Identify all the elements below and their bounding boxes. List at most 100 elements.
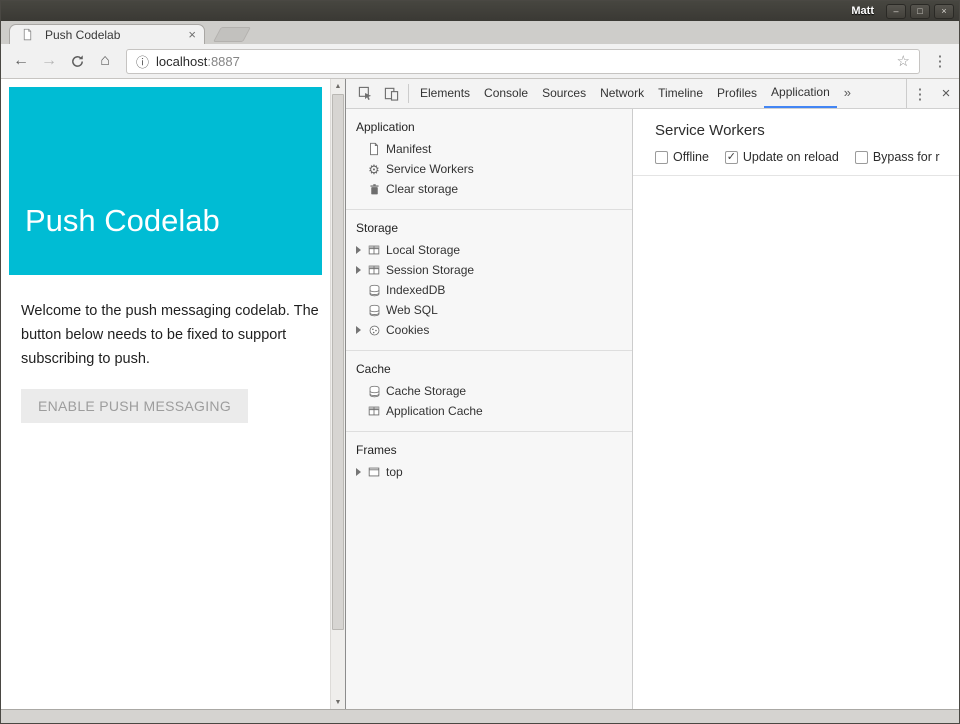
cookie-icon xyxy=(365,324,383,337)
expand-spacer xyxy=(352,165,365,173)
update-on-reload-checkbox[interactable]: ✓ Update on reload xyxy=(725,150,839,164)
page-body: Push Codelab Welcome to the push messagi… xyxy=(1,79,330,431)
vertical-scrollbar[interactable]: ▲ ▼ xyxy=(330,79,345,709)
tab-application[interactable]: Application xyxy=(764,79,837,108)
section-cache: Cache Cache Storage Application Cache xyxy=(346,351,632,432)
sidebar-item-label: IndexedDB xyxy=(386,283,445,297)
sidebar-item-cache-storage[interactable]: Cache Storage xyxy=(346,381,632,401)
minimize-button[interactable]: – xyxy=(886,4,906,19)
maximize-button[interactable]: □ xyxy=(910,4,930,19)
sidebar-item-label: top xyxy=(386,465,403,479)
page-title: Push Codelab xyxy=(25,203,220,239)
bypass-for-network-checkbox[interactable]: ✓ Bypass for r xyxy=(855,150,940,164)
sidebar-item-application-cache[interactable]: Application Cache xyxy=(346,401,632,421)
sidebar-item-label: Application Cache xyxy=(386,404,483,418)
sidebar-item-label: Cookies xyxy=(386,323,429,337)
checkbox-icon: ✓ xyxy=(655,151,668,164)
forward-icon[interactable]: → xyxy=(35,47,63,75)
sidebar-item-cookies[interactable]: Cookies xyxy=(346,320,632,340)
section-title: Cache xyxy=(346,358,632,381)
checkbox-label: Bypass for r xyxy=(873,150,940,164)
checkbox-icon: ✓ xyxy=(725,151,738,164)
sidebar-item-label: Cache Storage xyxy=(386,384,466,398)
expand-arrow-icon[interactable] xyxy=(352,266,365,274)
home-icon[interactable]: ⌂ xyxy=(91,47,119,75)
bookmark-star-icon[interactable]: ☆ xyxy=(897,52,910,70)
offline-checkbox[interactable]: ✓ Offline xyxy=(655,150,709,164)
titlebar: Matt – □ × xyxy=(1,1,959,21)
sidebar-item-session-storage[interactable]: Session Storage xyxy=(346,260,632,280)
scroll-up-icon[interactable]: ▲ xyxy=(331,79,345,93)
reload-icon[interactable] xyxy=(63,47,91,75)
section-application: Application Manifest ⚙ Service Workers xyxy=(346,109,632,210)
address-bar[interactable]: ⓘ localhost:8887 ☆ xyxy=(126,49,920,74)
expand-arrow-icon[interactable] xyxy=(352,326,365,334)
tab-network[interactable]: Network xyxy=(593,79,651,108)
expand-arrow-icon[interactable] xyxy=(352,468,365,476)
devtools-panel: Elements Console Sources Network Timelin… xyxy=(345,79,959,709)
close-window-button[interactable]: × xyxy=(934,4,954,19)
sidebar-item-local-storage[interactable]: Local Storage xyxy=(346,240,632,260)
sidebar-item-manifest[interactable]: Manifest xyxy=(346,139,632,159)
back-icon[interactable]: ← xyxy=(7,47,35,75)
tab-profiles[interactable]: Profiles xyxy=(710,79,764,108)
page-favicon-icon xyxy=(18,28,36,41)
devtools-menu-icon[interactable]: ⋮ xyxy=(907,79,933,108)
table-icon xyxy=(365,263,383,277)
service-worker-options: ✓ Offline ✓ Update on reload ✓ Bypass fo… xyxy=(655,150,959,164)
tab-title: Push Codelab xyxy=(45,28,182,42)
check-icon: ✓ xyxy=(727,152,736,163)
devtools-toolbar: Elements Console Sources Network Timelin… xyxy=(346,79,959,109)
more-tabs-icon[interactable]: » xyxy=(837,79,858,108)
tab-elements[interactable]: Elements xyxy=(413,79,477,108)
url-host: localhost xyxy=(156,54,207,69)
scroll-down-icon[interactable]: ▼ xyxy=(331,695,345,709)
sidebar-item-web-sql[interactable]: Web SQL xyxy=(346,300,632,320)
scrollbar-track[interactable] xyxy=(331,93,345,695)
expand-spacer xyxy=(352,286,365,294)
database-icon xyxy=(365,385,383,398)
checkbox-icon: ✓ xyxy=(855,151,868,164)
url-text: localhost:8887 xyxy=(156,54,240,69)
new-tab-button[interactable] xyxy=(213,27,251,42)
expand-spacer xyxy=(352,387,365,395)
sidebar-item-indexeddb[interactable]: IndexedDB xyxy=(346,280,632,300)
page-paragraph: Welcome to the push messaging codelab. T… xyxy=(21,299,327,371)
tab-close-icon[interactable]: × xyxy=(188,28,196,41)
tab-strip: Push Codelab × xyxy=(1,21,959,44)
scrollbar-thumb[interactable] xyxy=(332,94,344,630)
browser-window: Matt – □ × Push Codelab × ← → ⌂ ⓘ localh… xyxy=(0,0,960,724)
sidebar-item-clear-storage[interactable]: Clear storage xyxy=(346,179,632,199)
application-sidebar: Application Manifest ⚙ Service Workers xyxy=(346,109,633,709)
web-page: Push Codelab Welcome to the push messagi… xyxy=(1,79,330,709)
database-icon xyxy=(365,304,383,317)
sidebar-item-top-frame[interactable]: top xyxy=(346,462,632,482)
url-port: :8887 xyxy=(207,54,240,69)
tab-console[interactable]: Console xyxy=(477,79,535,108)
toolbar-divider xyxy=(408,84,409,103)
inspect-element-icon[interactable] xyxy=(352,79,378,108)
enable-push-button[interactable]: ENABLE PUSH MESSAGING xyxy=(21,389,248,423)
window-bottom-strip xyxy=(1,709,959,723)
checkbox-label: Offline xyxy=(673,150,709,164)
sidebar-item-label: Web SQL xyxy=(386,303,438,317)
table-icon xyxy=(365,243,383,257)
expand-spacer xyxy=(352,145,365,153)
browser-toolbar: ← → ⌂ ⓘ localhost:8887 ☆ ⋮ xyxy=(1,44,959,79)
toolbar-spacer xyxy=(858,79,906,108)
browser-menu-icon[interactable]: ⋮ xyxy=(927,47,953,75)
tab-sources[interactable]: Sources xyxy=(535,79,593,108)
tab-timeline[interactable]: Timeline xyxy=(651,79,710,108)
sidebar-item-service-workers[interactable]: ⚙ Service Workers xyxy=(346,159,632,179)
page-info-icon[interactable]: ⓘ xyxy=(136,52,149,71)
device-toolbar-icon[interactable] xyxy=(378,79,404,108)
document-icon xyxy=(365,142,383,156)
devtools-close-icon[interactable]: × xyxy=(933,79,959,108)
frame-icon xyxy=(365,465,383,479)
sidebar-item-label: Local Storage xyxy=(386,243,460,257)
section-title: Application xyxy=(346,116,632,139)
section-title: Storage xyxy=(346,217,632,240)
browser-tab[interactable]: Push Codelab × xyxy=(9,24,205,44)
session-user-menu[interactable]: Matt xyxy=(851,5,874,17)
expand-arrow-icon[interactable] xyxy=(352,246,365,254)
